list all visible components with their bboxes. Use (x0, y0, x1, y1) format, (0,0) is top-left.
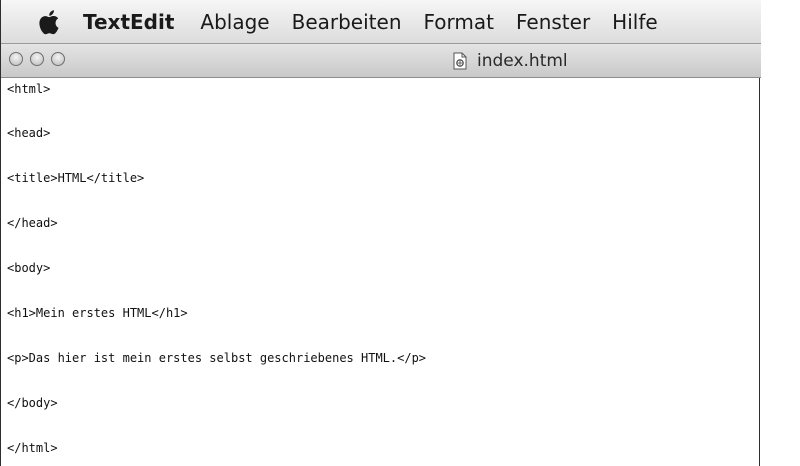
code-line: </body> (7, 396, 58, 410)
textedit-window: TextEdit Ablage Bearbeiten Format Fenste… (0, 0, 761, 466)
code-line: <body> (7, 261, 51, 275)
code-line: <h1>Mein erstes HTML</h1> (7, 306, 188, 320)
code-line: </head> (7, 216, 58, 230)
menu-bar: TextEdit Ablage Bearbeiten Format Fenste… (1, 0, 761, 44)
menu-app-textedit[interactable]: TextEdit (83, 10, 174, 34)
menu-ablage[interactable]: Ablage (200, 10, 269, 34)
window-title-bar[interactable]: index.html (1, 44, 761, 78)
html-document-icon[interactable] (453, 52, 467, 70)
code-line: <title>HTML</title> (7, 171, 145, 185)
apple-logo-icon[interactable] (37, 6, 65, 38)
close-icon[interactable] (9, 52, 23, 66)
window-title: index.html (453, 44, 568, 78)
zoom-icon[interactable] (51, 52, 65, 66)
menu-fenster[interactable]: Fenster (516, 10, 590, 34)
menu-format[interactable]: Format (424, 10, 494, 34)
code-line: <head> (7, 126, 51, 140)
document-name: index.html (477, 51, 568, 71)
code-line: <html> (7, 82, 51, 96)
text-editor-area[interactable]: <html> <head> <title>HTML</title> </head… (1, 78, 759, 466)
code-line: <p>Das hier ist mein erstes selbst gesch… (7, 351, 427, 365)
minimize-icon[interactable] (30, 52, 44, 66)
menu-bearbeiten[interactable]: Bearbeiten (292, 10, 402, 34)
code-line: </html> (7, 441, 58, 455)
menu-hilfe[interactable]: Hilfe (612, 10, 658, 34)
